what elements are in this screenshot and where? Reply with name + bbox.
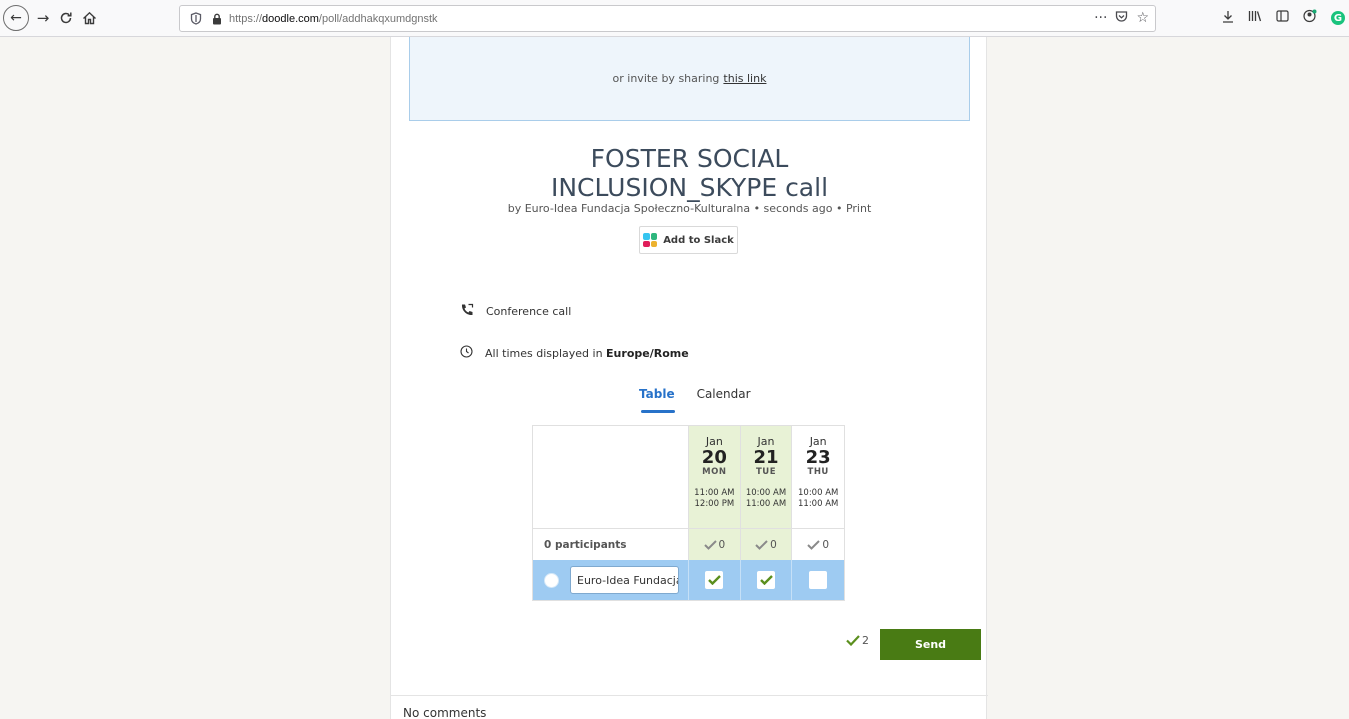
option-header-2: Jan 21 TUE 10:00 AM 11:00 AM [740,426,793,528]
tab-calendar[interactable]: Calendar [697,387,751,401]
timezone-value: Europe/Rome [606,346,689,360]
send-button[interactable]: Send [880,629,981,660]
poll-title: FOSTER SOCIAL INCLUSION_SKYPE call [550,144,829,202]
option-header-1: Jan 20 MON 11:00 AM 12:00 PM [689,426,741,528]
forward-arrow-icon[interactable]: → [35,6,51,30]
poll-table: Jan 20 MON 11:00 AM 12:00 PM Jan 21 TUE 1… [532,425,845,601]
option-checkbox-1[interactable] [705,571,724,589]
page-actions-icon[interactable]: ··· [1094,10,1107,27]
participants-label: 0 participants [533,529,690,560]
selected-count: 2 [846,634,869,647]
url-text[interactable]: https://doodle.com/poll/addhakqxumdgnstk [229,13,438,25]
poll-byline: by Euro-Idea Fundacja Społeczno-Kultural… [507,202,872,215]
sidebar-icon[interactable] [1276,10,1289,26]
participant-entry-row [533,560,844,600]
pocket-icon[interactable] [1115,10,1128,27]
slack-icon [643,233,658,247]
option-checkbox-cell-2 [741,560,793,600]
option-header-3: Jan 23 THU 10:00 AM 11:00 AM [798,435,839,509]
view-tabs: Table Calendar [639,387,751,413]
back-arrow-icon[interactable]: ← [3,5,29,31]
bookmark-star-icon[interactable]: ☆ [1136,10,1149,27]
browser-toolbar: ← → https://doodle.com/poll/addhakqxumdg… [0,0,1349,37]
poll-page: or invite by sharing this link FOSTER SO… [390,37,988,719]
option-checkbox-3[interactable] [809,571,828,589]
invite-text: or invite by sharing [612,72,720,85]
option-checkbox-cell-1 [689,560,741,600]
location-row: Conference call [460,303,571,320]
clock-icon [460,345,473,361]
account-icon[interactable] [1303,9,1317,27]
download-icon[interactable] [1222,10,1234,27]
option-checkbox-cell-3 [792,560,844,600]
avatar [544,572,559,588]
option-count-1: 0 [689,529,741,560]
add-to-slack-button[interactable]: Add to Slack [639,226,738,254]
phone-icon [460,303,474,320]
tab-table[interactable]: Table [639,387,675,413]
timezone-text: All times displayed in Europe/Rome [485,346,689,360]
option-checkbox-2[interactable] [757,571,776,589]
url-bar[interactable]: https://doodle.com/poll/addhakqxumdgnstk… [179,5,1156,32]
tracking-shield-icon[interactable] [189,12,203,26]
home-icon[interactable] [79,6,99,30]
option-count-2: 0 [740,529,793,560]
timezone-row: All times displayed in Europe/Rome [460,345,689,361]
lock-icon[interactable] [211,13,223,25]
invite-link[interactable]: this link [723,72,766,85]
library-icon[interactable] [1248,10,1262,26]
participant-count-row: 0 participants 0 0 0 [533,528,844,560]
comments-heading: No comments [391,695,988,719]
reload-icon[interactable] [57,6,75,30]
location-text: Conference call [486,305,572,318]
grammarly-icon[interactable]: G [1331,11,1345,25]
option-count-3: 0 [792,529,844,560]
invite-box: or invite by sharing this link [409,37,970,121]
participant-name-input[interactable] [570,566,679,594]
